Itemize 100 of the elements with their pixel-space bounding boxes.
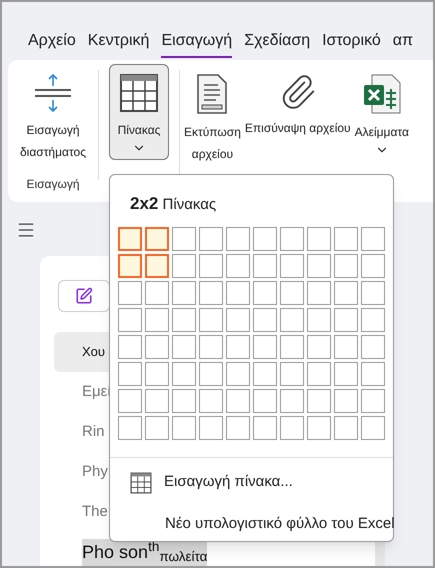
grid-cell[interactable] (253, 254, 277, 278)
grid-cell[interactable] (199, 362, 223, 386)
grid-cell[interactable] (145, 254, 169, 278)
grid-cell[interactable] (361, 226, 385, 250)
menu-item[interactable]: Νέο υπολογιστικό φύλλο του Excel (165, 504, 395, 546)
grid-cell[interactable] (334, 280, 358, 304)
grid-cell[interactable] (253, 388, 277, 412)
grid-cell[interactable] (118, 226, 142, 250)
spreadsheet-icon (362, 73, 402, 115)
grid-cell[interactable] (280, 416, 304, 440)
grid-cell[interactable] (226, 388, 250, 412)
grid-cell[interactable] (361, 416, 385, 440)
ribbon-button[interactable]: Εκτύπωση αρχείου (182, 64, 243, 170)
grid-cell[interactable] (253, 334, 277, 358)
grid-cell[interactable] (145, 226, 169, 250)
grid-cell[interactable] (253, 308, 277, 332)
grid-cell[interactable] (172, 308, 196, 332)
group-label: Εισαγωγή (26, 176, 80, 192)
grid-cell[interactable] (361, 334, 385, 358)
grid-cell[interactable] (361, 308, 385, 332)
grid-cell[interactable] (280, 334, 304, 358)
ribbon-tab[interactable]: Εισαγωγή (161, 29, 232, 58)
grid-cell[interactable] (253, 280, 277, 304)
grid-cell[interactable] (172, 388, 196, 412)
grid-cell[interactable] (307, 226, 331, 250)
grid-cell[interactable] (172, 416, 196, 440)
grid-cell[interactable] (172, 280, 196, 304)
spacing-icon (32, 73, 73, 113)
grid-cell[interactable] (226, 362, 250, 386)
grid-cell[interactable] (361, 280, 385, 304)
grid-cell[interactable] (334, 362, 358, 386)
grid-cell[interactable] (199, 388, 223, 412)
grid-cell[interactable] (226, 308, 250, 332)
grid-cell[interactable] (226, 334, 250, 358)
grid-cell[interactable] (199, 416, 223, 440)
grid-cell[interactable] (118, 388, 142, 412)
grid-cell[interactable] (280, 388, 304, 412)
menu-item[interactable]: Εισαγωγή πίνακα... (130, 462, 293, 504)
grid-cell[interactable] (199, 226, 223, 250)
grid-cell[interactable] (307, 362, 331, 386)
ribbon-tab[interactable]: Κεντρική (88, 29, 150, 58)
grid-cell[interactable] (307, 388, 331, 412)
grid-cell[interactable] (145, 388, 169, 412)
grid-cell[interactable] (334, 388, 358, 412)
ribbon-button[interactable]: Επισύναψη αρχείου (242, 64, 353, 170)
grid-cell[interactable] (280, 226, 304, 250)
grid-cell[interactable] (145, 280, 169, 304)
grid-cell[interactable] (199, 308, 223, 332)
grid-cell[interactable] (118, 254, 142, 278)
table-icon (119, 73, 159, 113)
table-icon (130, 472, 152, 494)
grid-cell[interactable] (118, 308, 142, 332)
grid-cell[interactable] (226, 416, 250, 440)
grid-cell[interactable] (172, 334, 196, 358)
grid-cell[interactable] (199, 334, 223, 358)
grid-cell[interactable] (118, 416, 142, 440)
ribbon-button[interactable]: Εισαγωγή διαστήματος (18, 64, 88, 168)
ribbon-button[interactable]: Πίνακας (109, 64, 169, 160)
ribbon-tab[interactable]: Ιστορικό (322, 29, 381, 58)
grid-cell[interactable] (361, 388, 385, 412)
grid-cell[interactable] (172, 362, 196, 386)
grid-cell[interactable] (253, 362, 277, 386)
grid-cell[interactable] (307, 254, 331, 278)
grid-cell[interactable] (334, 226, 358, 250)
ribbon-button[interactable]: Αλείμματα (352, 64, 411, 170)
grid-cell[interactable] (145, 362, 169, 386)
grid-cell[interactable] (118, 362, 142, 386)
grid-cell[interactable] (280, 308, 304, 332)
grid-cell[interactable] (226, 280, 250, 304)
grid-cell[interactable] (280, 254, 304, 278)
dropdown-title: 2x2 Πίνακας (130, 193, 216, 215)
grid-cell[interactable] (145, 416, 169, 440)
grid-cell[interactable] (361, 362, 385, 386)
grid-cell[interactable] (334, 416, 358, 440)
grid-cell[interactable] (145, 334, 169, 358)
grid-cell[interactable] (307, 308, 331, 332)
grid-cell[interactable] (172, 226, 196, 250)
grid-cell[interactable] (226, 226, 250, 250)
ribbon-tab[interactable]: Αρχείο (28, 29, 76, 58)
grid-cell[interactable] (307, 416, 331, 440)
grid-cell[interactable] (307, 280, 331, 304)
grid-cell[interactable] (118, 280, 142, 304)
grid-cell[interactable] (280, 280, 304, 304)
grid-cell[interactable] (334, 334, 358, 358)
ribbon-tab[interactable]: απ (392, 29, 414, 58)
grid-cell[interactable] (280, 362, 304, 386)
grid-cell[interactable] (199, 280, 223, 304)
grid-cell[interactable] (253, 226, 277, 250)
ribbon-tab[interactable]: Σχεδίαση (244, 29, 310, 58)
grid-cell[interactable] (307, 334, 331, 358)
grid-cell[interactable] (145, 308, 169, 332)
grid-cell[interactable] (334, 308, 358, 332)
grid-cell[interactable] (361, 254, 385, 278)
grid-cell[interactable] (253, 416, 277, 440)
grid-cell[interactable] (199, 254, 223, 278)
grid-cell[interactable] (118, 334, 142, 358)
edit-icon (75, 287, 93, 305)
grid-cell[interactable] (226, 254, 250, 278)
grid-cell[interactable] (334, 254, 358, 278)
grid-cell[interactable] (172, 254, 196, 278)
